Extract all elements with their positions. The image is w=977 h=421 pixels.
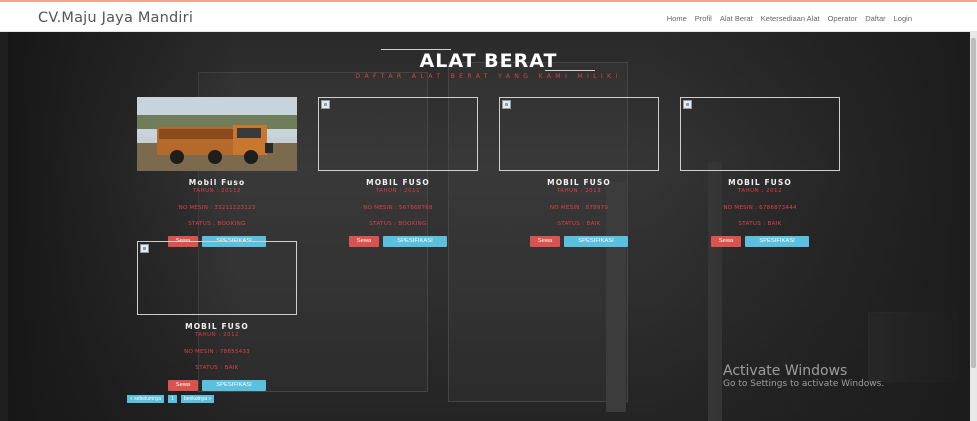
card-status: STATUS : BOOKING [188, 221, 246, 227]
card-name: MOBIL FUSO [366, 178, 430, 187]
page-title: ALAT BERAT [419, 50, 558, 72]
broken-image-icon [140, 244, 149, 253]
card-year: TAHUN : 2012 [194, 332, 240, 338]
scrollbar-thumb[interactable] [971, 38, 976, 368]
card-name: MOBIL FUSO [185, 322, 249, 331]
truck-illustration [137, 97, 297, 171]
card-status: STATUS : BAIK [557, 221, 601, 227]
card-year: TAHUN : 2011 [375, 188, 421, 194]
nav-ketersediaan-alat[interactable]: Ketersediaan Alat [761, 14, 820, 23]
card-image-placeholder [318, 97, 478, 171]
truck-photo [137, 97, 297, 171]
pagination-next[interactable]: berikutnya » [180, 395, 215, 403]
nav-menu: Home Profil Alat Berat Ketersediaan Alat… [667, 14, 912, 23]
card-image-placeholder [137, 241, 297, 315]
pagination: « sebelumnya 1 berikutnya » [127, 395, 215, 403]
card-engine-number: NO MESIN : 6786873444 [723, 205, 797, 211]
nav-home[interactable]: Home [667, 14, 687, 23]
nav-alat-berat[interactable]: Alat Berat [720, 14, 753, 23]
pagination-page-1[interactable]: 1 [168, 395, 177, 403]
card-status: STATUS : BOOKING [369, 221, 427, 227]
card-image-placeholder [680, 97, 840, 171]
equipment-card: MOBIL FUSO TAHUN : 2013 NO MESIN : 87897… [499, 97, 659, 247]
broken-image-icon [502, 100, 511, 109]
card-status: STATUS : BAIK [195, 365, 239, 371]
card-status: STATUS : BAIK [738, 221, 782, 227]
rent-button[interactable]: Sewa [530, 236, 560, 247]
specification-button[interactable]: SPESIFIKASI [202, 380, 266, 391]
equipment-card: MOBIL FUSO TAHUN : 2011 NO MESIN : 56786… [318, 97, 478, 247]
card-image-placeholder [499, 97, 659, 171]
page-subtitle: DAFTAR ALAT BERAT YANG KAMI MILIKI [355, 73, 622, 80]
card-year: TAHUN : 2013 [556, 188, 602, 194]
card-engine-number: NO MESIN : 33211123123 [178, 205, 256, 211]
specification-button[interactable]: SPESIFIKASI [383, 236, 447, 247]
card-engine-number: NO MESIN : 567868768 [363, 205, 433, 211]
equipment-card: MOBIL FUSO TAHUN : 2012 NO MESIN : 67868… [680, 97, 840, 247]
specification-button[interactable]: SPESIFIKASI [745, 236, 809, 247]
rent-button[interactable]: Sewa [349, 236, 379, 247]
card-engine-number: NO MESIN : 78655433 [184, 349, 250, 355]
specification-button[interactable]: SPESIFIKASI [564, 236, 628, 247]
pagination-prev[interactable]: « sebelumnya [127, 395, 165, 403]
nav-operator[interactable]: Operator [828, 14, 858, 23]
page-scrollbar[interactable] [970, 32, 977, 421]
broken-image-icon [321, 100, 330, 109]
rent-button[interactable]: Sewa [711, 236, 741, 247]
card-name: MOBIL FUSO [728, 178, 792, 187]
broken-image-icon [683, 100, 692, 109]
equipment-card: Mobil Fuso TAHUN : 20112 NO MESIN : 3321… [137, 97, 297, 247]
nav-daftar[interactable]: Daftar [865, 14, 885, 23]
card-year: TAHUN : 2012 [737, 188, 783, 194]
equipment-card: MOBIL FUSO TAHUN : 2012 NO MESIN : 78655… [137, 241, 297, 391]
navbar: CV.Maju Jaya Mandiri Home Profil Alat Be… [0, 0, 977, 32]
card-name: Mobil Fuso [188, 178, 246, 187]
title-rule-bottom [545, 70, 595, 71]
card-name: MOBIL FUSO [547, 178, 611, 187]
rent-button[interactable]: Sewa [168, 380, 198, 391]
brand-logo-text[interactable]: CV.Maju Jaya Mandiri [38, 10, 193, 26]
card-engine-number: NO MESIN : 878979 [549, 205, 609, 211]
activate-windows-subtitle: Go to Settings to activate Windows. [723, 379, 885, 389]
nav-login[interactable]: Login [894, 14, 912, 23]
card-year: TAHUN : 20112 [192, 188, 242, 194]
activate-windows-title: Activate Windows [723, 363, 848, 379]
nav-profil[interactable]: Profil [695, 14, 712, 23]
